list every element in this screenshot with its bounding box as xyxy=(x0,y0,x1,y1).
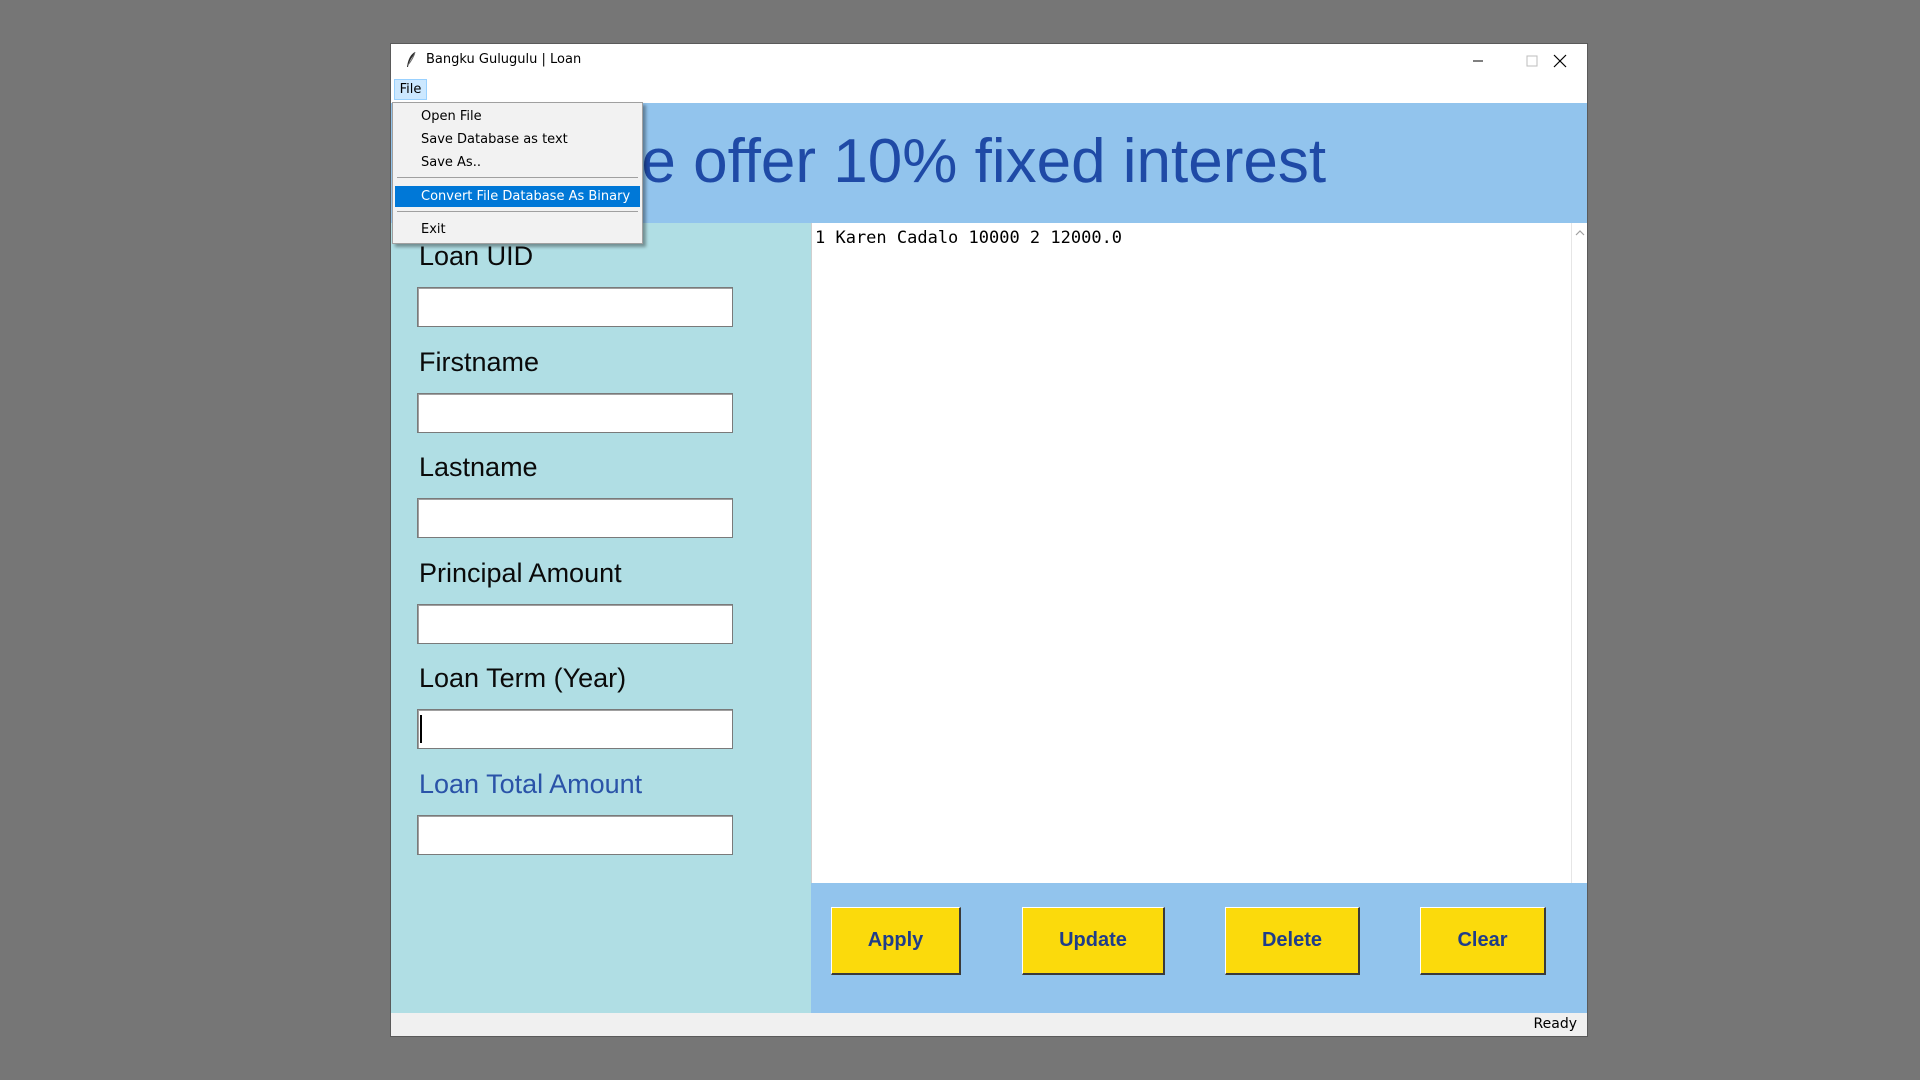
records-textarea[interactable]: 1 Karen Cadalo 10000 2 12000.0 xyxy=(811,223,1572,883)
text-caret xyxy=(420,715,422,743)
record-line: 1 Karen Cadalo 10000 2 12000.0 xyxy=(815,228,1123,248)
clear-button[interactable]: Clear xyxy=(1420,907,1546,975)
status-text: Ready xyxy=(1533,1016,1577,1032)
minimize-button[interactable] xyxy=(1451,44,1505,77)
window-title: Bangku Gulugulu | Loan xyxy=(426,52,582,67)
menu-item-open-file[interactable]: Open File xyxy=(395,106,640,126)
delete-button[interactable]: Delete xyxy=(1225,907,1360,975)
loan-form: Loan UID Firstname Lastname Principal Am… xyxy=(391,223,811,1013)
minimize-icon xyxy=(1473,60,1483,61)
lastname-input[interactable] xyxy=(417,498,733,538)
label-firstname: Firstname xyxy=(419,347,540,377)
file-menu-dropdown: Open File Save Database as text Save As.… xyxy=(392,102,643,244)
loan-total-amount-input[interactable] xyxy=(417,815,733,855)
status-bar: Ready xyxy=(391,1013,1587,1036)
loan-term-input[interactable] xyxy=(417,709,733,749)
principal-amount-input[interactable] xyxy=(417,604,733,644)
menu-item-convert-binary[interactable]: Convert File Database As Binary xyxy=(395,186,640,207)
label-lastname: Lastname xyxy=(419,452,538,482)
label-principal-amount: Principal Amount xyxy=(419,558,622,588)
menu-item-exit[interactable]: Exit xyxy=(395,219,640,239)
close-icon xyxy=(1553,54,1567,67)
loan-uid-input[interactable] xyxy=(417,287,733,327)
menu-item-save-as[interactable]: Save As.. xyxy=(395,152,640,172)
records-scrollbar[interactable] xyxy=(1571,223,1587,883)
title-bar: Bangku Gulugulu | Loan xyxy=(391,44,1587,77)
label-loan-total-amount: Loan Total Amount xyxy=(419,769,643,799)
close-button[interactable] xyxy=(1533,44,1587,77)
update-button[interactable]: Update xyxy=(1022,907,1165,975)
apply-button[interactable]: Apply xyxy=(831,907,961,975)
banner-text: We offer 10% fixed interest xyxy=(584,127,1327,196)
menu-separator xyxy=(397,211,638,212)
feather-icon xyxy=(407,51,416,67)
menu-separator xyxy=(397,177,638,178)
firstname-input[interactable] xyxy=(417,393,733,433)
menu-file[interactable]: File xyxy=(394,79,427,100)
label-loan-term: Loan Term (Year) xyxy=(419,663,627,693)
scroll-up-icon xyxy=(1575,230,1585,236)
action-bar: Apply Update Delete Clear xyxy=(811,883,1587,1013)
menu-bar: File xyxy=(391,77,1587,101)
label-loan-uid: Loan UID xyxy=(419,241,534,271)
menu-item-save-database-as-text[interactable]: Save Database as text xyxy=(395,129,640,149)
